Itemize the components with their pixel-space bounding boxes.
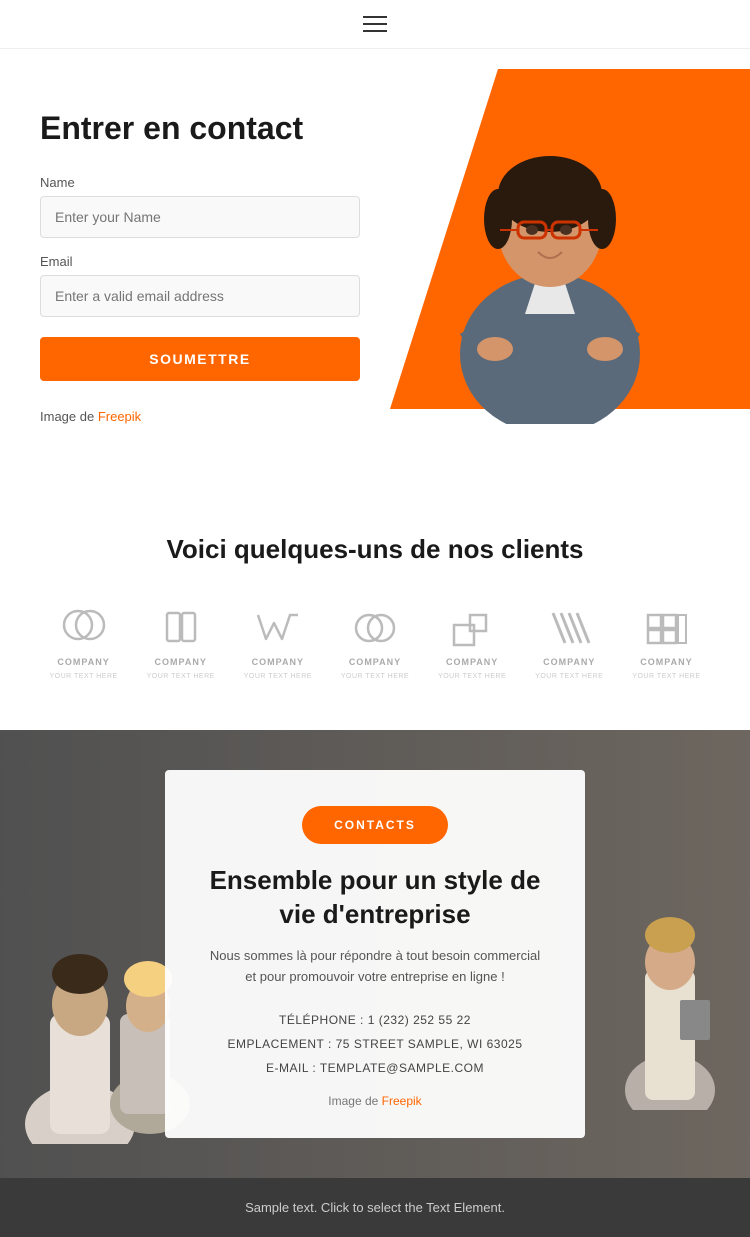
person-illustration <box>390 54 710 424</box>
logo-label: COMPANY <box>640 657 692 667</box>
cta-title: Ensemble pour un style de vie d'entrepri… <box>205 864 545 932</box>
name-input[interactable] <box>40 196 360 238</box>
clients-section: Voici quelques-uns de nos clients COMPAN… <box>0 484 750 730</box>
logo-label: COMPANY <box>155 657 207 667</box>
list-item: COMPANY YOUR TEXT HERE <box>49 605 117 680</box>
list-item: COMPANY YOUR TEXT HERE <box>632 605 700 680</box>
contacts-button[interactable]: CONTACTS <box>302 806 448 844</box>
cta-image-credit: Image de Freepik <box>205 1094 545 1108</box>
company-logo-7 <box>638 605 694 651</box>
logo-label: COMPANY <box>349 657 401 667</box>
company-logo-1 <box>56 605 112 651</box>
hero-section: Entrer en contact Name Email SOUMETTRE I… <box>0 49 750 484</box>
hero-content: Entrer en contact Name Email SOUMETTRE I… <box>40 109 360 424</box>
logo-label: COMPANY <box>252 657 304 667</box>
company-logo-5 <box>444 605 500 651</box>
logos-row: COMPANY YOUR TEXT HERE COMPANY YOUR TEXT… <box>40 605 710 680</box>
hero-title: Entrer en contact <box>40 109 360 147</box>
list-item: COMPANY YOUR TEXT HERE <box>438 605 506 680</box>
company-logo-6 <box>541 605 597 651</box>
list-item: COMPANY YOUR TEXT HERE <box>341 605 409 680</box>
name-field-group: Name <box>40 175 360 238</box>
list-item: COMPANY YOUR TEXT HERE <box>244 605 312 680</box>
cta-freepik-link[interactable]: Freepik <box>382 1094 422 1108</box>
cta-description: Nous sommes là pour répondre à tout beso… <box>205 946 545 988</box>
cta-email: E-MAIL : TEMPLATE@SAMPLE.COM <box>205 1056 545 1080</box>
cta-card: CONTACTS Ensemble pour un style de vie d… <box>165 770 585 1137</box>
cta-location: EMPLACEMENT : 75 STREET SAMPLE, WI 63025 <box>205 1032 545 1056</box>
name-label: Name <box>40 175 360 190</box>
freepik-link[interactable]: Freepik <box>98 409 141 424</box>
image-credit: Image de Freepik <box>40 409 360 424</box>
logo-label: COMPANY <box>57 657 109 667</box>
email-input[interactable] <box>40 275 360 317</box>
email-label: Email <box>40 254 360 269</box>
company-logo-3 <box>250 605 306 651</box>
header <box>0 0 750 49</box>
list-item: COMPANY YOUR TEXT HERE <box>147 605 215 680</box>
email-field-group: Email <box>40 254 360 317</box>
logo-label: COMPANY <box>543 657 595 667</box>
logo-label: COMPANY <box>446 657 498 667</box>
cta-contact-info: TÉLÉPHONE : 1 (232) 252 55 22 EMPLACEMEN… <box>205 1008 545 1080</box>
hero-image <box>360 49 740 429</box>
company-logo-4 <box>347 605 403 651</box>
clients-title: Voici quelques-uns de nos clients <box>40 534 710 565</box>
cta-section: CONTACTS Ensemble pour un style de vie d… <box>0 730 750 1177</box>
list-item: COMPANY YOUR TEXT HERE <box>535 605 603 680</box>
cta-phone: TÉLÉPHONE : 1 (232) 252 55 22 <box>205 1008 545 1032</box>
company-logo-2 <box>153 605 209 651</box>
submit-button[interactable]: SOUMETTRE <box>40 337 360 381</box>
footer-text[interactable]: Sample text. Click to select the Text El… <box>245 1200 505 1215</box>
hero-decorative <box>330 49 750 484</box>
menu-icon[interactable] <box>363 16 387 32</box>
footer: Sample text. Click to select the Text El… <box>0 1178 750 1237</box>
